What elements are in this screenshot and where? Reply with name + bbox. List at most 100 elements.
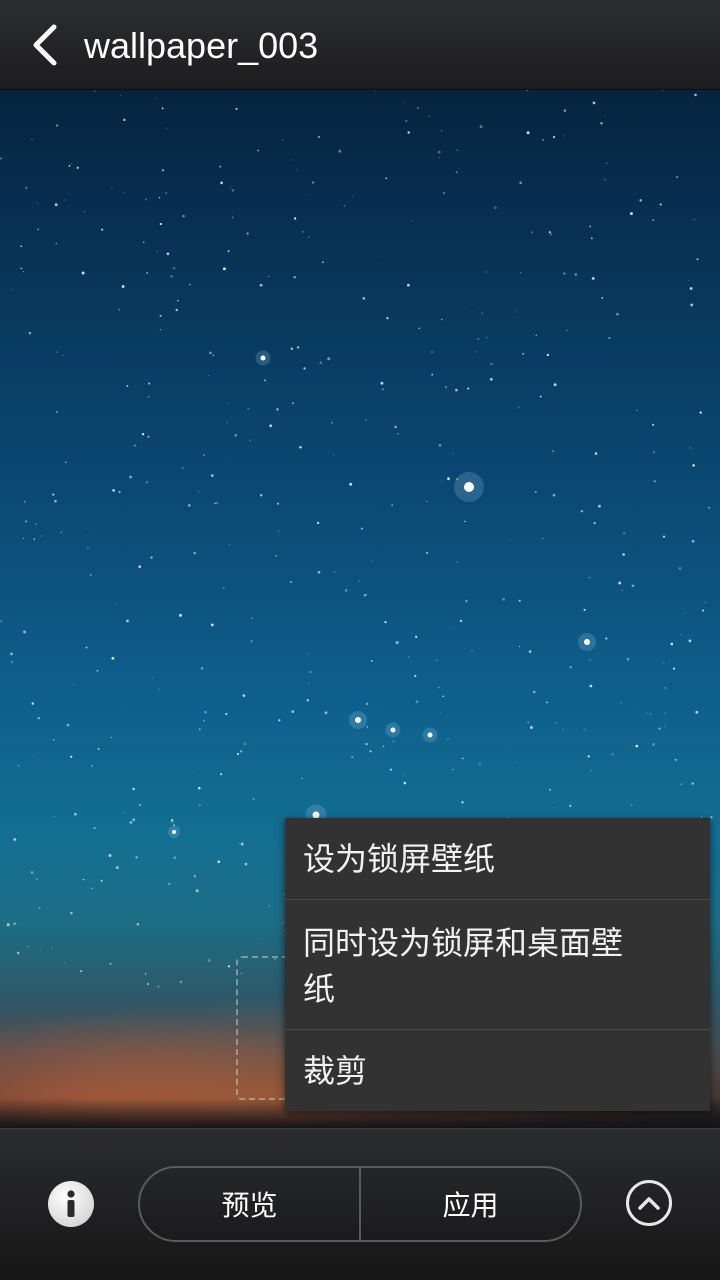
star [490, 362, 493, 366]
star [704, 601, 706, 603]
star [37, 717, 40, 720]
star [366, 702, 369, 705]
star [126, 619, 129, 623]
star [604, 178, 606, 181]
star [33, 538, 36, 541]
star [247, 408, 249, 410]
star [240, 842, 244, 846]
star [199, 728, 201, 731]
star [214, 502, 216, 504]
star [31, 139, 33, 140]
star [13, 922, 17, 926]
star [649, 713, 652, 715]
star [591, 276, 595, 280]
star [635, 744, 639, 748]
star [589, 684, 593, 688]
star [407, 131, 410, 134]
star [385, 177, 388, 180]
star [146, 982, 150, 986]
star [89, 573, 92, 576]
star [552, 135, 556, 139]
star [437, 150, 441, 154]
star [684, 612, 686, 615]
star [73, 812, 77, 816]
star [447, 477, 450, 481]
star [618, 581, 622, 585]
star [694, 93, 697, 97]
star [477, 338, 479, 340]
star [311, 181, 315, 184]
star [17, 765, 20, 767]
star [10, 289, 12, 291]
star [580, 510, 584, 513]
info-icon [67, 1190, 75, 1217]
star [193, 875, 196, 878]
star [695, 710, 699, 714]
star [282, 139, 284, 141]
star [621, 589, 623, 591]
star [589, 659, 591, 661]
expand-menu-button[interactable] [626, 1180, 672, 1226]
star [282, 921, 284, 924]
menu-item-set-both[interactable]: 同时设为锁屏和桌面壁 纸 [285, 900, 710, 1030]
star [54, 499, 57, 503]
star [111, 187, 113, 189]
star [425, 551, 429, 555]
star [187, 504, 191, 507]
star [100, 879, 103, 882]
star [129, 821, 133, 824]
menu-item-crop[interactable]: 裁剪 [285, 1030, 710, 1111]
star [662, 90, 664, 91]
star [447, 738, 449, 740]
back-button[interactable] [18, 18, 72, 72]
star [278, 719, 281, 722]
star [207, 959, 211, 962]
star [168, 883, 171, 885]
star [66, 723, 70, 727]
star [140, 440, 142, 442]
star [37, 202, 38, 204]
star [456, 149, 459, 152]
star [109, 962, 112, 965]
star [382, 745, 385, 748]
star [662, 535, 666, 538]
star [321, 261, 324, 264]
star [10, 660, 13, 664]
star [209, 351, 212, 355]
menu-item-set-lockscreen[interactable]: 设为锁屏壁纸 [285, 818, 710, 900]
star [333, 570, 336, 573]
star [299, 446, 302, 449]
star [546, 701, 548, 704]
star [696, 258, 699, 261]
info-button[interactable] [48, 1181, 94, 1227]
bottom-bar: 预览 应用 [0, 1128, 720, 1280]
star [534, 490, 537, 494]
star [317, 135, 320, 139]
preview-button[interactable]: 预览 [140, 1168, 361, 1240]
star [189, 283, 191, 286]
star [688, 639, 692, 643]
star [375, 90, 377, 91]
star [493, 206, 497, 210]
star [216, 501, 219, 504]
star [481, 312, 483, 314]
star [308, 683, 310, 685]
action-segmented-control: 预览 应用 [138, 1166, 582, 1242]
star [91, 765, 93, 767]
apply-button[interactable]: 应用 [361, 1168, 580, 1240]
star [405, 119, 408, 123]
star [144, 698, 146, 700]
star [437, 686, 440, 689]
star [542, 537, 544, 540]
star [97, 748, 100, 750]
star [574, 273, 578, 276]
bright-star [260, 355, 266, 361]
menu-item-label-line2: 纸 [303, 970, 336, 1008]
star [20, 267, 23, 270]
star [508, 538, 510, 540]
star [605, 637, 608, 640]
star [276, 408, 279, 411]
star [455, 388, 458, 392]
star [275, 554, 278, 557]
star [222, 267, 226, 271]
